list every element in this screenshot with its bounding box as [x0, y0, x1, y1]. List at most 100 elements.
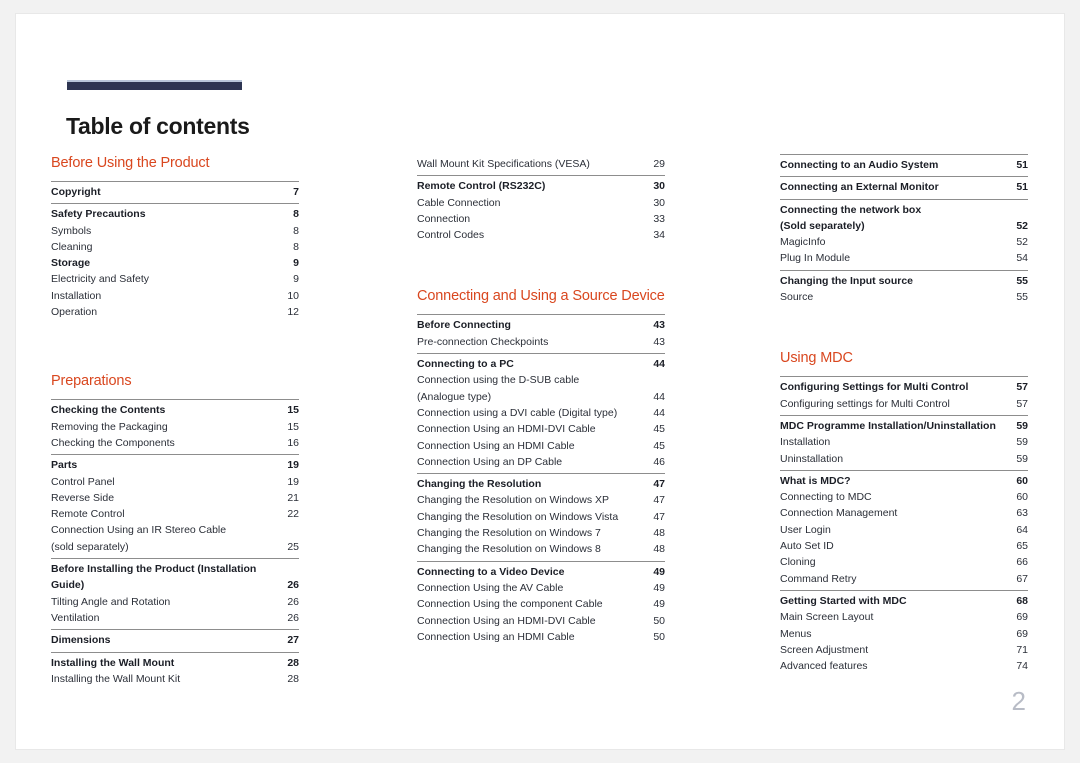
toc-entry[interactable]: Auto Set ID 65 [780, 538, 1028, 554]
toc-entry[interactable]: Connection Using the AV Cable 49 [417, 580, 665, 596]
toc-group: Changing the Resolution 47 Changing the Re… [417, 473, 665, 560]
toc-entry-label: Connecting the network box (Sold separat… [780, 203, 922, 232]
toc-entry[interactable]: Connecting to a Video Device 49 [417, 564, 665, 580]
toc-entry-label: Changing the Input source [780, 274, 913, 287]
toc-entry[interactable]: Cleaning 8 [51, 239, 299, 255]
toc-entry[interactable]: Tilting Angle and Rotation 26 [51, 594, 299, 610]
toc-entry[interactable]: Plug In Module 54 [780, 250, 1028, 266]
toc-entry-page-number: 55 [1016, 291, 1028, 304]
toc-entry-label: Symbols [51, 224, 92, 237]
toc-entry-label: Connecting to an Audio System [780, 159, 939, 171]
toc-entry[interactable]: Connection Using an DP Cable 46 [417, 454, 665, 470]
toc-entry[interactable]: Menus 69 [780, 626, 1028, 642]
toc-group: What is MDC? 60 Connecting to MDC 60 Connect… [780, 469, 1028, 590]
toc-entry[interactable]: Before Installing the Product (Installat… [51, 561, 299, 594]
toc-entry-page-number: 21 [287, 491, 299, 504]
toc-entry-label: Configuring settings for Multi Control [780, 397, 950, 410]
toc-entry-label: Operation [51, 306, 98, 319]
toc-entry[interactable]: Ventilation 26 [51, 610, 299, 626]
toc-group: Getting Started with MDC 68 Main Screen La… [780, 589, 1028, 674]
toc-entry[interactable]: Changing the Resolution on Windows XP 47 [417, 492, 665, 508]
toc-entry[interactable]: Connection 33 [417, 211, 665, 227]
toc-entry-label: Changing the Resolution [417, 478, 542, 491]
toc-entry[interactable]: Getting Started with MDC 68 [780, 593, 1028, 609]
toc-entry[interactable]: Changing the Resolution on Windows 8 48 [417, 541, 665, 557]
toc-entry-label: What is MDC? [780, 474, 851, 487]
toc-entry[interactable]: Pre-connection Checkpoints 43 [417, 334, 665, 350]
toc-entry[interactable]: Connection using a DVI cable (Digital ty… [417, 405, 665, 421]
toc-entry[interactable]: Remote Control (RS232C) 30 [417, 178, 665, 194]
toc-entry[interactable]: Changing the Resolution on Windows Vista… [417, 509, 665, 525]
toc-entry[interactable]: Connection Using an HDMI-DVI Cable 50 [417, 613, 665, 629]
toc-group: Copyright 7 [51, 181, 299, 203]
toc-entry[interactable]: Electricity and Safety 9 [51, 271, 299, 287]
toc-entry[interactable]: Command Retry 67 [780, 571, 1028, 587]
toc-entry-label: Getting Started with MDC [780, 594, 907, 607]
toc-entry[interactable]: Copyright 7 [51, 184, 299, 200]
toc-entry[interactable]: Configuring Settings for Multi Control 57 [780, 379, 1028, 395]
toc-entry-page-number: 47 [653, 494, 665, 507]
toc-section-heading: Connecting and Using a Source Device [417, 288, 665, 305]
toc-entry-label: Control Panel [51, 475, 115, 488]
toc-entry[interactable]: Connection Using an IR Stereo Cable (sol… [51, 522, 299, 555]
toc-entry[interactable]: Remote Control 22 [51, 506, 299, 522]
toc-entry[interactable]: Wall Mount Kit Specifications (VESA) 29 [417, 156, 665, 172]
toc-entry[interactable]: Connecting to a PC 44 [417, 356, 665, 372]
toc-entry[interactable]: Dimensions 27 [51, 632, 299, 648]
toc-entry[interactable]: What is MDC? 60 [780, 473, 1028, 489]
toc-entry-page-number: 59 [1016, 419, 1028, 432]
toc-entry-label: Advanced features [780, 660, 868, 673]
toc-entry[interactable]: Reverse Side 21 [51, 490, 299, 506]
toc-entry[interactable]: Cloning 66 [780, 554, 1028, 570]
toc-section-heading: Using MDC [780, 350, 853, 367]
toc-entry[interactable]: Configuring settings for Multi Control 57 [780, 396, 1028, 412]
toc-entry[interactable]: Parts 19 [51, 457, 299, 473]
toc-entry-page-number: 9 [293, 257, 299, 270]
toc-entry[interactable]: Connecting to an Audio System 51 [780, 157, 1028, 173]
toc-entry-page-number: 43 [653, 335, 665, 348]
toc-entry-page-number: 65 [1016, 540, 1028, 553]
toc-entry[interactable]: Installation 59 [780, 434, 1028, 450]
toc-entry-label: Installing the Wall Mount [51, 656, 175, 669]
toc-entry[interactable]: Source 55 [780, 289, 1028, 305]
toc-entry[interactable]: Control Panel 19 [51, 474, 299, 490]
toc-entry-page-number: 45 [653, 423, 665, 436]
toc-entry[interactable]: Connecting an External Monitor 51 [780, 179, 1028, 195]
toc-entry[interactable]: Connection Using an HDMI Cable 45 [417, 438, 665, 454]
toc-entry[interactable]: Installation 10 [51, 288, 299, 304]
toc-entry-label: Changing the Resolution on Windows 7 [417, 527, 601, 540]
toc-entry[interactable]: Checking the Contents 15 [51, 402, 299, 418]
toc-entry[interactable]: MagicInfo 52 [780, 234, 1028, 250]
toc-entry[interactable]: MDC Programme Installation/Uninstallatio… [780, 418, 1028, 434]
toc-entry[interactable]: User Login 64 [780, 522, 1028, 538]
toc-entry[interactable]: Cable Connection 30 [417, 195, 665, 211]
toc-group: Parts 19 Control Panel 19 Reverse Side 21 Remo… [51, 454, 299, 558]
toc-entry[interactable]: Storage 9 [51, 255, 299, 271]
toc-entry[interactable]: Installing the Wall Mount 28 [51, 655, 299, 671]
toc-entry[interactable]: Symbols 8 [51, 223, 299, 239]
toc-entry-label: Checking the Contents [51, 404, 166, 417]
toc-entry[interactable]: Changing the Resolution on Windows 7 48 [417, 525, 665, 541]
toc-entry-page-number: 64 [1016, 523, 1028, 536]
toc-entry[interactable]: Installing the Wall Mount Kit 28 [51, 671, 299, 687]
toc-entry-page-number: 50 [653, 630, 665, 643]
toc-entry[interactable]: Connection Using an HDMI-DVI Cable 45 [417, 421, 665, 437]
toc-entry[interactable]: Changing the Input source 55 [780, 273, 1028, 289]
toc-entry[interactable]: Changing the Resolution 47 [417, 476, 665, 492]
toc-entry[interactable]: Operation 12 [51, 304, 299, 320]
toc-entry[interactable]: Connection using the D-SUB cable (Analog… [417, 372, 665, 405]
toc-entry[interactable]: Removing the Packaging 15 [51, 419, 299, 435]
toc-entry[interactable]: Connecting the network box (Sold separat… [780, 202, 1028, 235]
toc-entry[interactable]: Advanced features 74 [780, 658, 1028, 674]
toc-entry[interactable]: Connection Management 63 [780, 505, 1028, 521]
toc-entry[interactable]: Connection Using an HDMI Cable 50 [417, 629, 665, 645]
toc-entry[interactable]: Control Codes 34 [417, 227, 665, 243]
toc-entry[interactable]: Main Screen Layout 69 [780, 609, 1028, 625]
toc-entry[interactable]: Checking the Components 16 [51, 435, 299, 451]
toc-entry[interactable]: Screen Adjustment 71 [780, 642, 1028, 658]
toc-entry[interactable]: Connection Using the component Cable 49 [417, 596, 665, 612]
toc-entry[interactable]: Connecting to MDC 60 [780, 489, 1028, 505]
toc-entry[interactable]: Uninstallation 59 [780, 451, 1028, 467]
toc-entry[interactable]: Safety Precautions 8 [51, 206, 299, 222]
toc-entry[interactable]: Before Connecting 43 [417, 317, 665, 333]
